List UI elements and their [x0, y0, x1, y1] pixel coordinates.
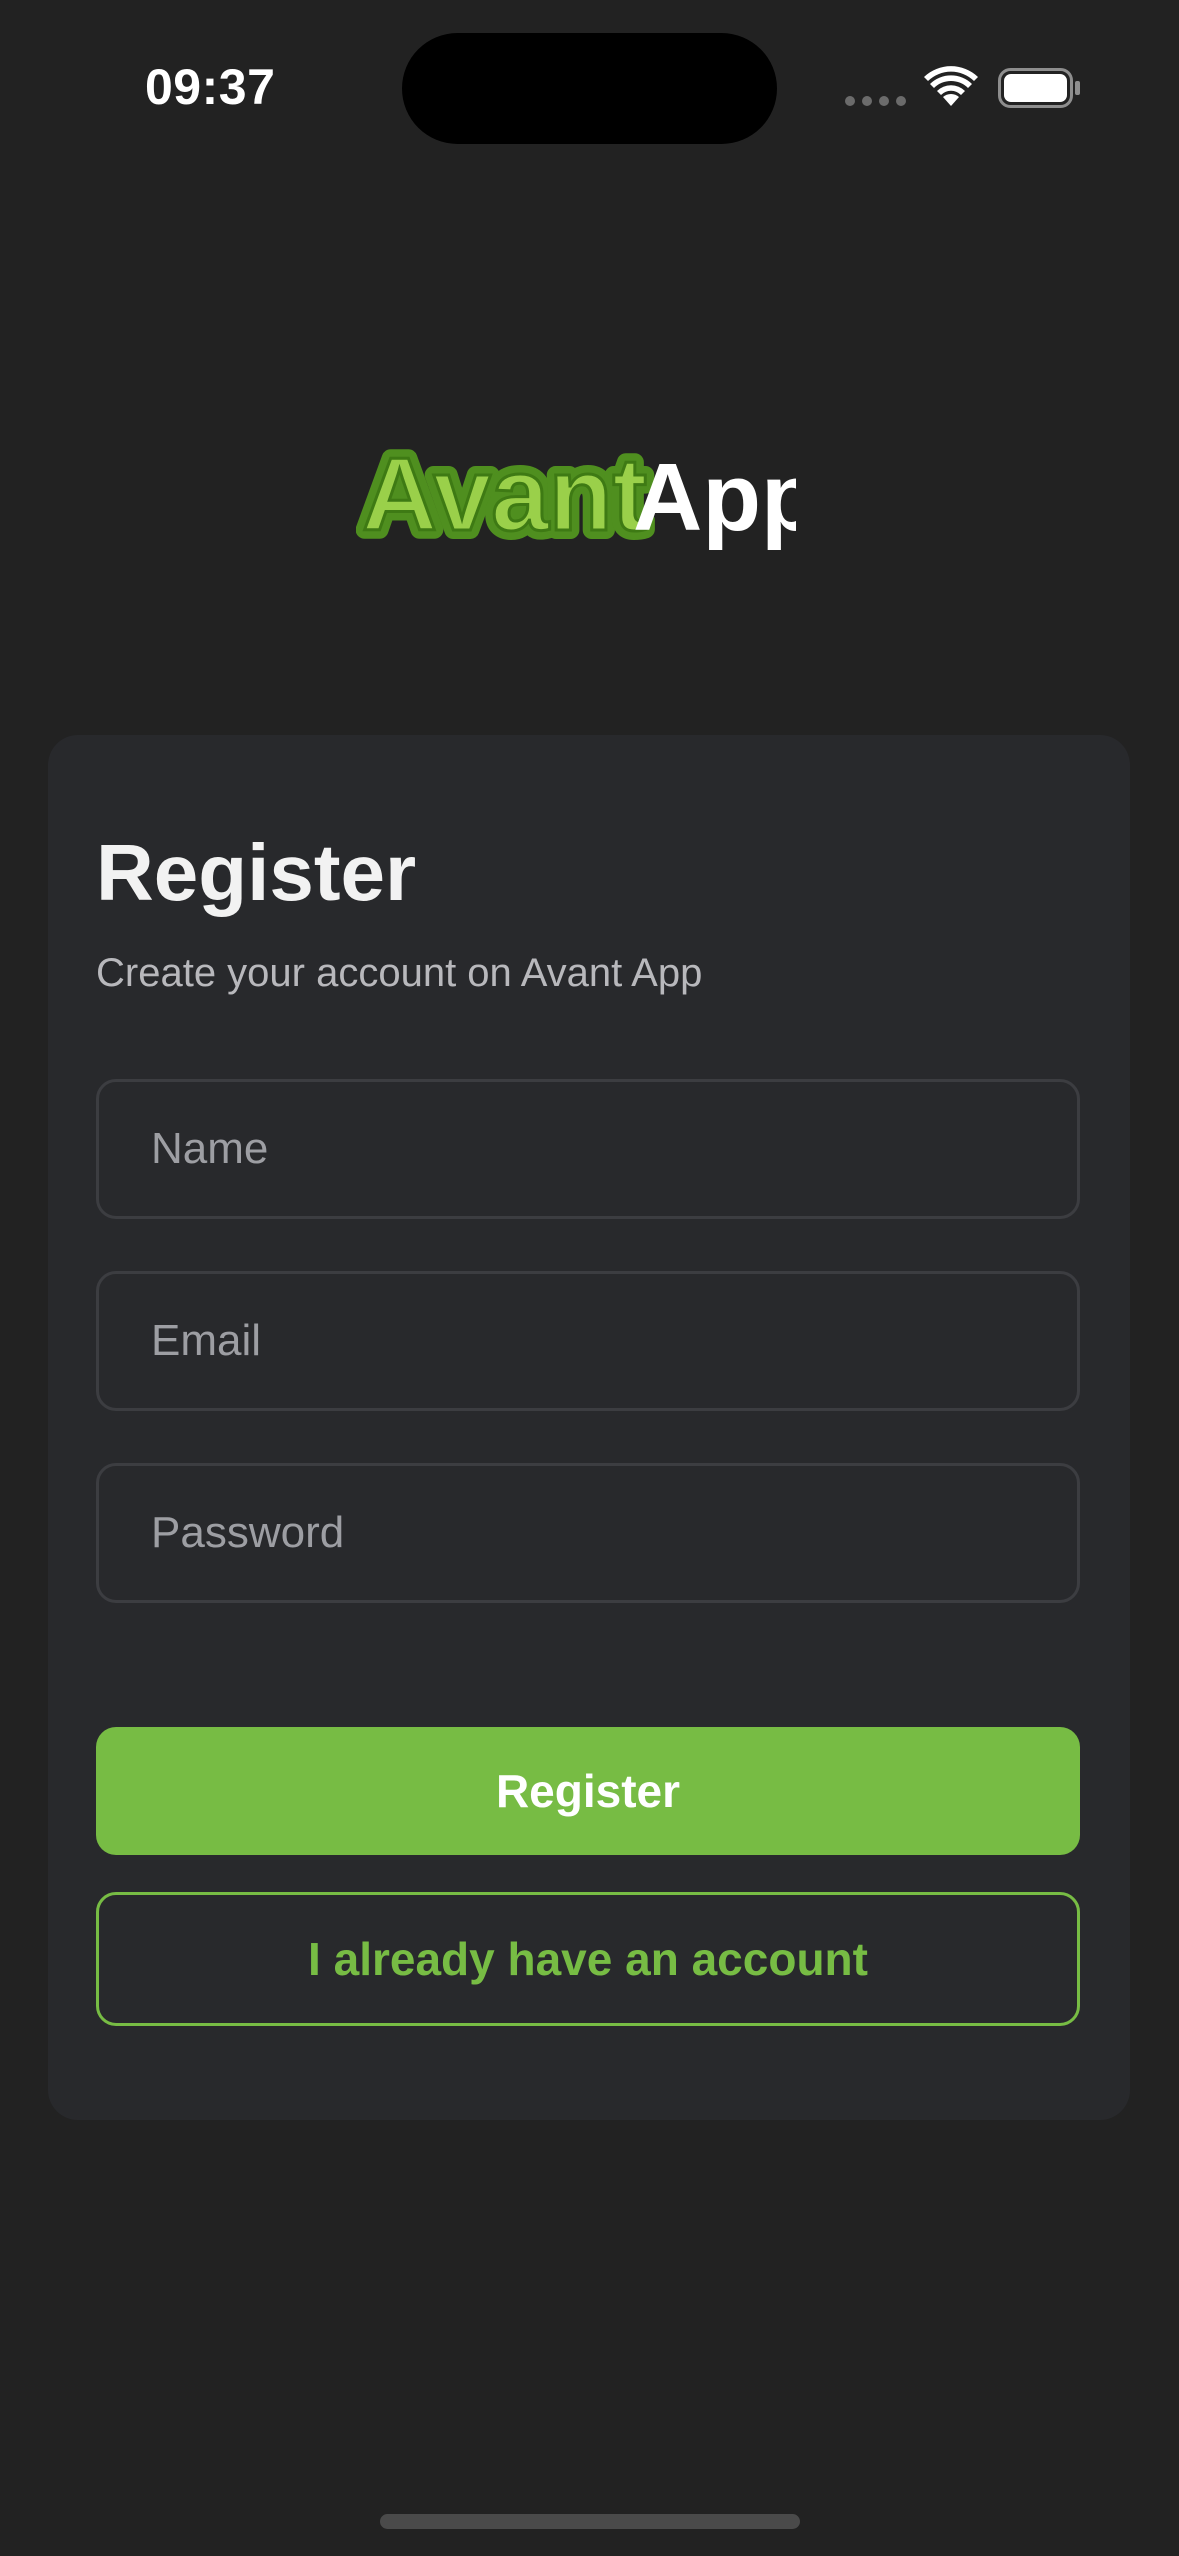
email-field [96, 1271, 1080, 1411]
email-input[interactable] [149, 1315, 1077, 1367]
logo-text-app: App [633, 444, 796, 551]
app-logo: Avant Avant App [356, 428, 796, 555]
battery-icon [998, 68, 1080, 108]
home-indicator[interactable] [380, 2514, 800, 2529]
register-screen: 09:37 Avant Avant App Register Create yo… [0, 0, 1179, 2556]
logo-text-avant: Avant [362, 437, 647, 553]
register-card: Register Create your account on Avant Ap… [48, 735, 1130, 2120]
password-field [96, 1463, 1080, 1603]
page-title: Register [96, 828, 417, 917]
page-subtitle: Create your account on Avant App [96, 951, 703, 995]
login-link-button[interactable]: I already have an account [96, 1892, 1080, 2026]
name-input[interactable] [149, 1123, 1077, 1175]
signal-icon [845, 96, 906, 106]
password-input[interactable] [149, 1507, 1077, 1559]
name-field [96, 1079, 1080, 1219]
status-time: 09:37 [145, 59, 276, 115]
register-button[interactable]: Register [96, 1727, 1080, 1855]
wifi-icon [924, 66, 978, 106]
dynamic-island [402, 33, 777, 144]
